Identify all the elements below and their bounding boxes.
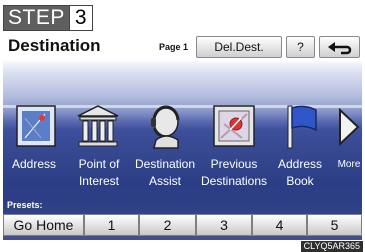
preset-5-button[interactable]: 5 (307, 214, 362, 236)
poi-label-line1: Point of (78, 157, 120, 171)
step-label: STEP (4, 6, 69, 30)
assist-label-line1: Destination (134, 157, 196, 171)
destination-assist-label: Destination Assist (135, 156, 195, 190)
point-of-interest-button[interactable] (76, 104, 120, 153)
address-button[interactable] (15, 104, 57, 153)
preset-go-home-button[interactable]: Go Home (3, 214, 84, 236)
delete-destination-button[interactable]: Del.Dest. (196, 36, 282, 58)
back-arrow-icon (327, 42, 351, 55)
address-label: Address (12, 156, 56, 173)
address-icon (16, 105, 56, 147)
presets-label: Presets: (7, 200, 43, 210)
navigation-screen: Destination Page 1 Del.Dest. ? Address P… (3, 34, 362, 240)
previous-destination-map-icon (213, 105, 255, 147)
point-of-interest-label: Point of Interest (79, 156, 120, 190)
step-number: 3 (68, 6, 92, 30)
preset-2-button[interactable]: 2 (139, 214, 196, 236)
preset-3-button[interactable]: 3 (196, 214, 252, 236)
address-label-line1: Address (11, 157, 57, 171)
assist-label-line2: Assist (148, 174, 182, 188)
address-book-button[interactable] (282, 104, 320, 155)
presets-bar: Go Home 1 2 3 4 5 (3, 214, 362, 236)
destination-assist-button[interactable] (144, 104, 186, 155)
help-button[interactable]: ? (286, 36, 315, 58)
flag-icon (287, 105, 317, 149)
page-indicator: Page 1 (159, 42, 189, 52)
chevron-right-icon (339, 107, 360, 147)
poi-label-line2: Interest (78, 174, 120, 188)
step-indicator: STEP 3 (3, 5, 93, 31)
more-label-line1: More (337, 159, 361, 170)
more-button[interactable] (337, 107, 361, 151)
previous-destinations-button[interactable] (212, 104, 256, 153)
previous-label-line1: Previous (210, 157, 258, 171)
image-code: CLYQ5AR365 (300, 241, 363, 252)
book-label-line2: Book (286, 174, 314, 188)
preset-4-button[interactable]: 4 (252, 214, 307, 236)
previous-label-line2: Destinations (200, 174, 268, 188)
preset-1-button[interactable]: 1 (84, 214, 139, 236)
previous-destinations-label: Previous Destinations (201, 156, 267, 190)
back-button[interactable] (319, 36, 360, 58)
more-label: More (338, 156, 361, 173)
address-book-label: Address Book (278, 156, 322, 190)
book-label-line1: Address (277, 157, 323, 171)
operator-headset-icon (151, 105, 180, 149)
building-icon (77, 105, 119, 147)
screen-title: Destination (8, 36, 101, 55)
